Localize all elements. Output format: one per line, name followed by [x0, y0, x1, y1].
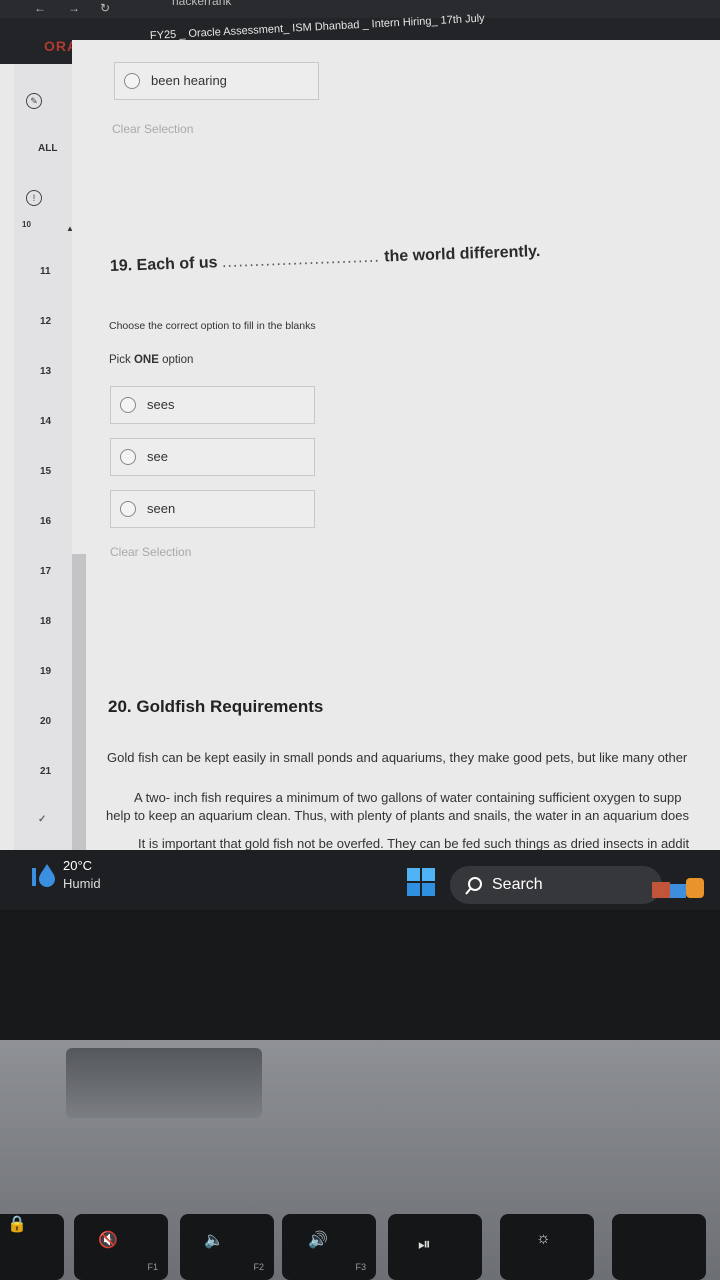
q19-instruction: Choose the correct option to fill in the… — [109, 320, 316, 332]
brightness-key[interactable]: ☼ — [500, 1214, 594, 1280]
search-icon — [465, 877, 482, 895]
nav-item-16[interactable]: 16 — [40, 516, 51, 527]
nav-item-20[interactable]: 20 — [40, 716, 51, 727]
volume-down-key[interactable]: 🔈 F2 — [180, 1214, 274, 1280]
function-key[interactable] — [612, 1214, 706, 1280]
radio-button[interactable] — [120, 397, 136, 413]
question-navigator — [14, 64, 86, 894]
nav-item-18[interactable]: 18 — [40, 616, 51, 627]
play-pause-icon: ⏯ — [418, 1236, 431, 1253]
f3-label: F3 — [355, 1262, 366, 1272]
windows-icon[interactable] — [407, 868, 435, 896]
pick-suffix: option — [162, 354, 194, 366]
radio-button[interactable] — [124, 73, 140, 89]
volume-down-icon: 🔈 — [204, 1232, 224, 1249]
nav-item-11[interactable]: 11 — [40, 266, 51, 277]
check-icon: ✓ — [38, 814, 47, 825]
screen: ← → ↻ hackerrank ORACLE FY25 _ Oracle As… — [0, 0, 720, 910]
passage-line: help to keep an aquarium clean. Thus, wi… — [106, 808, 689, 823]
weather-condition: Humid — [63, 876, 101, 891]
temperature: 20°C — [63, 858, 93, 873]
filter-all[interactable]: ALL — [38, 143, 57, 154]
mute-icon: 🔇 — [98, 1232, 118, 1249]
nav-item-21[interactable]: 21 — [40, 766, 51, 777]
f1-label: F1 — [147, 1262, 158, 1272]
passage-line: A two- inch fish requires a minimum of t… — [134, 790, 682, 805]
nav-item-12[interactable]: 12 — [40, 316, 51, 327]
browser-title: hackerrank — [172, 0, 232, 8]
info-icon[interactable]: ! — [26, 190, 42, 206]
browser-tab-strip: ← → ↻ hackerrank — [0, 0, 720, 18]
option-label: see — [147, 449, 168, 464]
f2-label: F2 — [253, 1262, 264, 1272]
prev-option[interactable]: been hearing — [114, 62, 319, 100]
radio-button[interactable] — [120, 449, 136, 465]
q19-prefix: 19. Each of us — [109, 254, 218, 275]
option-label: sees — [147, 397, 175, 412]
pick-one-hint: Pick ONE option — [109, 354, 193, 366]
mute-key[interactable]: 🔇 F1 — [74, 1214, 168, 1280]
taskbar: 20°C Humid Search — [0, 850, 720, 910]
taskbar-apps-icon[interactable] — [650, 874, 708, 900]
pick-prefix: Pick — [109, 354, 131, 366]
question-20-title: 20. Goldfish Requirements — [108, 697, 324, 716]
nav-item-13[interactable]: 13 — [40, 366, 51, 377]
clear-selection[interactable]: Clear Selection — [110, 545, 191, 559]
laptop-hinge — [66, 1048, 262, 1118]
radio-button[interactable] — [120, 501, 136, 517]
navigator-scrollbar[interactable] — [72, 554, 86, 894]
raindrop-icon[interactable] — [30, 860, 58, 888]
option-seen[interactable]: seen — [110, 490, 315, 528]
nav-item-14[interactable]: 14 — [40, 416, 51, 427]
nav-item-17[interactable]: 17 — [40, 566, 51, 577]
nav-item-15[interactable]: 15 — [40, 466, 51, 477]
scroll-up-icon[interactable]: ▲ — [66, 224, 74, 233]
back-icon[interactable]: ← — [34, 1, 46, 15]
option-sees[interactable]: sees — [110, 386, 315, 424]
pick-bold: ONE — [133, 354, 159, 366]
passage-line: It is important that gold fish not be ov… — [138, 836, 690, 851]
brightness-icon: ☼ — [536, 1230, 551, 1247]
forward-icon[interactable]: → — [68, 1, 80, 15]
option-see[interactable]: see — [110, 438, 315, 476]
volume-up-key[interactable]: 🔊 F3 — [282, 1214, 376, 1280]
laptop-bezel — [0, 910, 720, 1040]
edit-icon[interactable]: ✎ — [26, 93, 42, 109]
passage-line: Gold fish can be kept easily in small po… — [107, 750, 688, 765]
prev-clear-selection[interactable]: Clear Selection — [112, 122, 193, 136]
option-label: been hearing — [151, 73, 227, 88]
esc-key[interactable]: 🔒 — [0, 1214, 64, 1280]
nav-item-19[interactable]: 19 — [40, 666, 51, 677]
play-pause-key[interactable]: ⏯ — [388, 1214, 482, 1280]
option-label: seen — [147, 501, 176, 516]
taskbar-search[interactable]: Search — [450, 866, 662, 904]
search-label: Search — [492, 876, 543, 893]
volume-up-icon: 🔊 — [308, 1232, 328, 1249]
reload-icon[interactable]: ↻ — [100, 1, 110, 15]
nav-item-10[interactable]: 10 — [22, 220, 31, 229]
